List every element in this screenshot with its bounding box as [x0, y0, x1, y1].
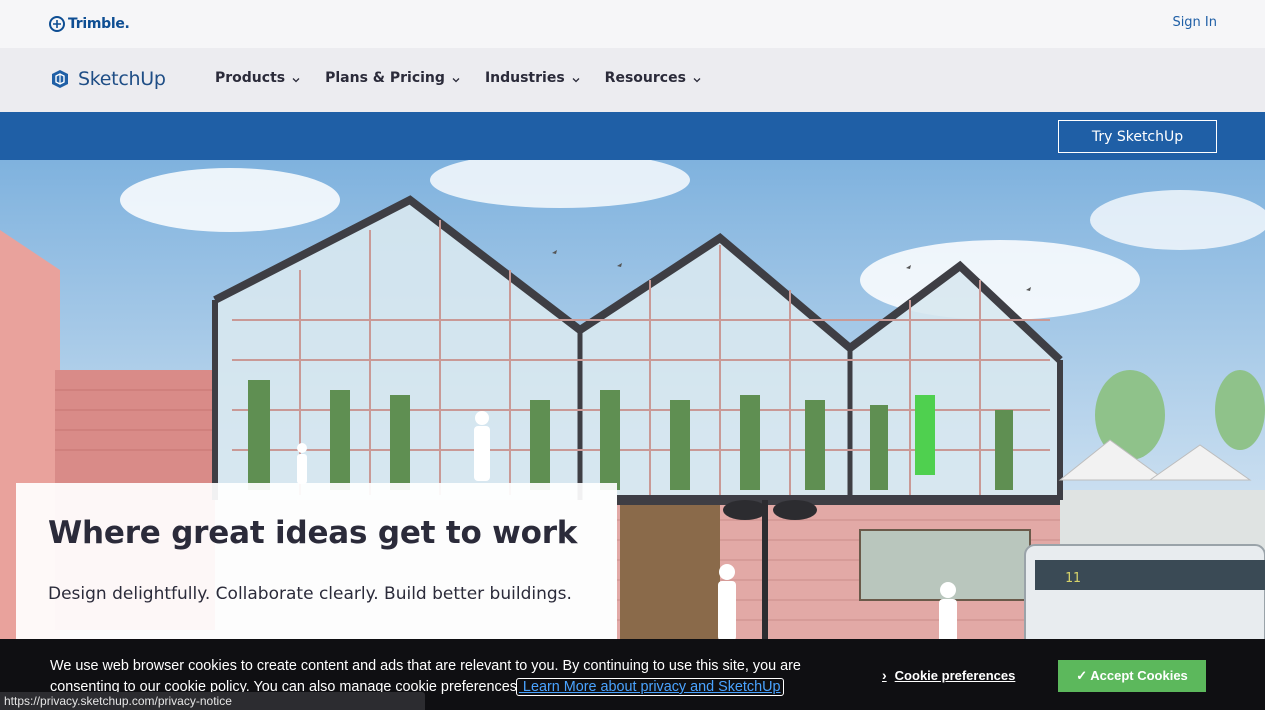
trimble-logo-text: Trimble.: [68, 16, 130, 32]
sketchup-logo-text: SketchUp: [78, 68, 166, 90]
trimble-icon: [49, 16, 65, 32]
nav-item-industries[interactable]: Industries: [485, 70, 581, 86]
hero-subtitle: Design delightfully. Collaborate clearly…: [48, 584, 572, 604]
nav-item-label: Industries: [484, 70, 565, 86]
nav-item-label: Resources: [604, 70, 686, 86]
chevron-down-icon: [692, 73, 702, 83]
main-nav: SketchUp Products Plans & Pricing Indust…: [0, 48, 1265, 112]
nav-item-label: Plans & Pricing: [325, 70, 445, 86]
nav-item-products[interactable]: Products: [215, 70, 301, 86]
cookie-preferences-link[interactable]: › Cookie preferences: [882, 667, 1015, 683]
status-bar-url: https://privacy.sketchup.com/privacy-not…: [0, 692, 425, 710]
try-sketchup-button[interactable]: Try SketchUp: [1058, 120, 1217, 153]
nav-item-resources[interactable]: Resources: [605, 70, 702, 86]
sketchup-logo[interactable]: SketchUp: [48, 67, 166, 91]
chevron-right-icon: ›: [882, 667, 887, 683]
privacy-link[interactable]: Learn More about privacy and SketchUp: [515, 678, 784, 696]
sign-in-link[interactable]: Sign In: [1172, 15, 1217, 30]
accept-cookies-button[interactable]: ✓ Accept Cookies: [1058, 660, 1206, 692]
cta-bar: Try SketchUp: [0, 112, 1265, 160]
hero-title: Where great ideas get to work: [48, 515, 578, 551]
nav-item-label: Products: [215, 70, 286, 86]
chevron-down-icon: [571, 73, 581, 83]
utility-bar: Trimble. Sign In: [0, 0, 1265, 48]
nav-item-plans-pricing[interactable]: Plans & Pricing: [325, 70, 461, 86]
cookie-preferences-label: Cookie preferences: [894, 667, 1016, 683]
trimble-logo[interactable]: Trimble.: [48, 14, 130, 34]
chevron-down-icon: [451, 73, 461, 83]
chevron-down-icon: [291, 73, 301, 83]
svg-text:11: 11: [1065, 571, 1081, 586]
sketchup-icon: [52, 70, 68, 88]
nav-menu: Products Plans & Pricing Industries Reso…: [215, 70, 702, 86]
